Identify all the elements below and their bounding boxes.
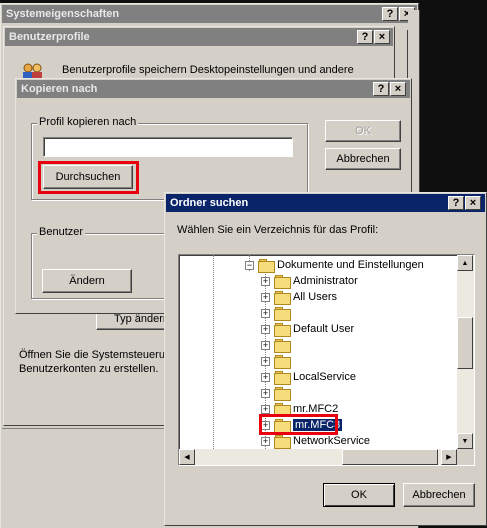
folder-icon <box>274 275 291 289</box>
user-profiles-help-button[interactable]: ? <box>357 30 373 44</box>
tree-node[interactable]: − Dokumente und Einstellungen <box>245 257 424 273</box>
tree-line <box>213 255 214 455</box>
scrollbar-corner <box>457 449 474 465</box>
expand-icon[interactable]: + <box>261 340 270 350</box>
copy-to-help-button[interactable]: ? <box>373 82 389 96</box>
browse-folder-title: Ordner suchen <box>170 197 249 209</box>
browse-folder-help-button[interactable]: ? <box>448 196 464 210</box>
tree-node[interactable]: + Default User <box>261 321 354 337</box>
tree-node[interactable]: + <box>261 385 293 401</box>
system-properties-help-button[interactable]: ? <box>382 7 398 21</box>
browse-ok-button[interactable]: OK <box>323 483 395 507</box>
folder-icon <box>274 371 291 385</box>
user-group-label: Benutzer <box>37 226 86 238</box>
copy-cancel-button[interactable]: Abbrechen <box>325 148 401 170</box>
browse-folder-dialog: Ordner suchen ? × Wählen Sie ein Verzeic… <box>164 192 487 526</box>
expand-icon[interactable]: + <box>261 372 270 382</box>
folder-icon <box>274 291 291 305</box>
control-panel-hint-line2: Benutzerkonten zu erstellen. <box>19 363 159 375</box>
change-user-button[interactable]: Ändern <box>42 269 132 293</box>
copy-to-titlebar[interactable]: Kopieren nach <box>17 80 410 98</box>
copy-profile-group-label: Profil kopieren nach <box>37 116 139 128</box>
tree-node[interactable]: + LocalService <box>261 369 356 385</box>
folder-icon <box>274 355 291 369</box>
expand-icon[interactable]: + <box>261 404 270 414</box>
scroll-left-arrow-icon[interactable]: ◀ <box>179 449 195 465</box>
tree-node-label: Administrator <box>293 275 358 287</box>
system-properties-title: Systemeigenschaften <box>6 8 120 20</box>
tree-horizontal-thumb[interactable] <box>342 449 438 465</box>
tree-node-label: Default User <box>293 323 355 335</box>
browse-folder-titlebar[interactable]: Ordner suchen <box>166 194 485 212</box>
folder-icon <box>274 307 291 321</box>
tree-node-label: Dokumente und Einstellungen <box>277 259 424 271</box>
tree-node-label: NetworkService <box>293 435 371 447</box>
copy-ok-button[interactable]: OK <box>325 120 401 142</box>
copy-path-input[interactable] <box>43 137 293 157</box>
tree-node[interactable]: + <box>261 337 293 353</box>
browse-folder-prompt: Wählen Sie ein Verzeichnis für das Profi… <box>177 224 379 236</box>
tree-node-label: LocalService <box>293 371 356 383</box>
expand-icon[interactable]: + <box>261 388 270 398</box>
tree-node[interactable]: + Administrator <box>261 273 358 289</box>
tree-node-label: All Users <box>293 291 338 303</box>
scroll-right-arrow-icon[interactable]: ▶ <box>441 449 457 465</box>
expand-icon[interactable]: + <box>261 356 270 366</box>
tree-vertical-thumb[interactable] <box>457 317 473 369</box>
tree-node[interactable]: + NetworkService <box>261 433 370 449</box>
folder-icon <box>258 259 275 273</box>
user-profiles-titlebar[interactable]: Benutzerprofile <box>5 28 393 46</box>
tree-node[interactable]: + <box>261 353 293 369</box>
collapse-icon[interactable]: − <box>245 260 254 270</box>
control-panel-hint-line1: Öffnen Sie die Systemsteuerung <box>19 349 178 361</box>
tree-node[interactable]: + <box>261 305 293 321</box>
system-properties-titlebar[interactable]: Systemeigenschaften <box>2 5 417 23</box>
user-profiles-close-button[interactable]: × <box>374 30 390 44</box>
expand-icon[interactable]: + <box>261 276 270 286</box>
folder-icon <box>274 323 291 337</box>
browse-highlight <box>38 161 139 194</box>
expand-icon[interactable]: + <box>261 292 270 302</box>
expand-icon[interactable]: + <box>261 324 270 334</box>
scroll-up-arrow-icon[interactable]: ▲ <box>457 255 473 271</box>
control-panel-hint: Öffnen Sie die Systemsteuerung Benutzerk… <box>19 348 177 376</box>
scroll-down-arrow-icon[interactable]: ▼ <box>457 433 473 449</box>
folder-icon <box>274 339 291 353</box>
copy-to-title: Kopieren nach <box>21 83 98 95</box>
user-profiles-title: Benutzerprofile <box>9 31 90 43</box>
user-profiles-description: Benutzerprofile speichern Desktopeinstel… <box>62 64 354 76</box>
browse-cancel-button[interactable]: Abbrechen <box>403 483 475 507</box>
copy-to-close-button[interactable]: × <box>390 82 406 96</box>
expand-icon[interactable]: + <box>261 436 270 446</box>
expand-icon[interactable]: + <box>261 308 270 318</box>
browse-folder-close-button[interactable]: × <box>465 196 481 210</box>
folder-icon <box>274 387 291 401</box>
change-type-label: Typ ändern <box>113 313 169 325</box>
selected-folder-highlight <box>259 414 338 435</box>
lower-divider <box>2 428 167 429</box>
tree-node[interactable]: + All Users <box>261 289 337 305</box>
folder-icon <box>274 435 291 449</box>
